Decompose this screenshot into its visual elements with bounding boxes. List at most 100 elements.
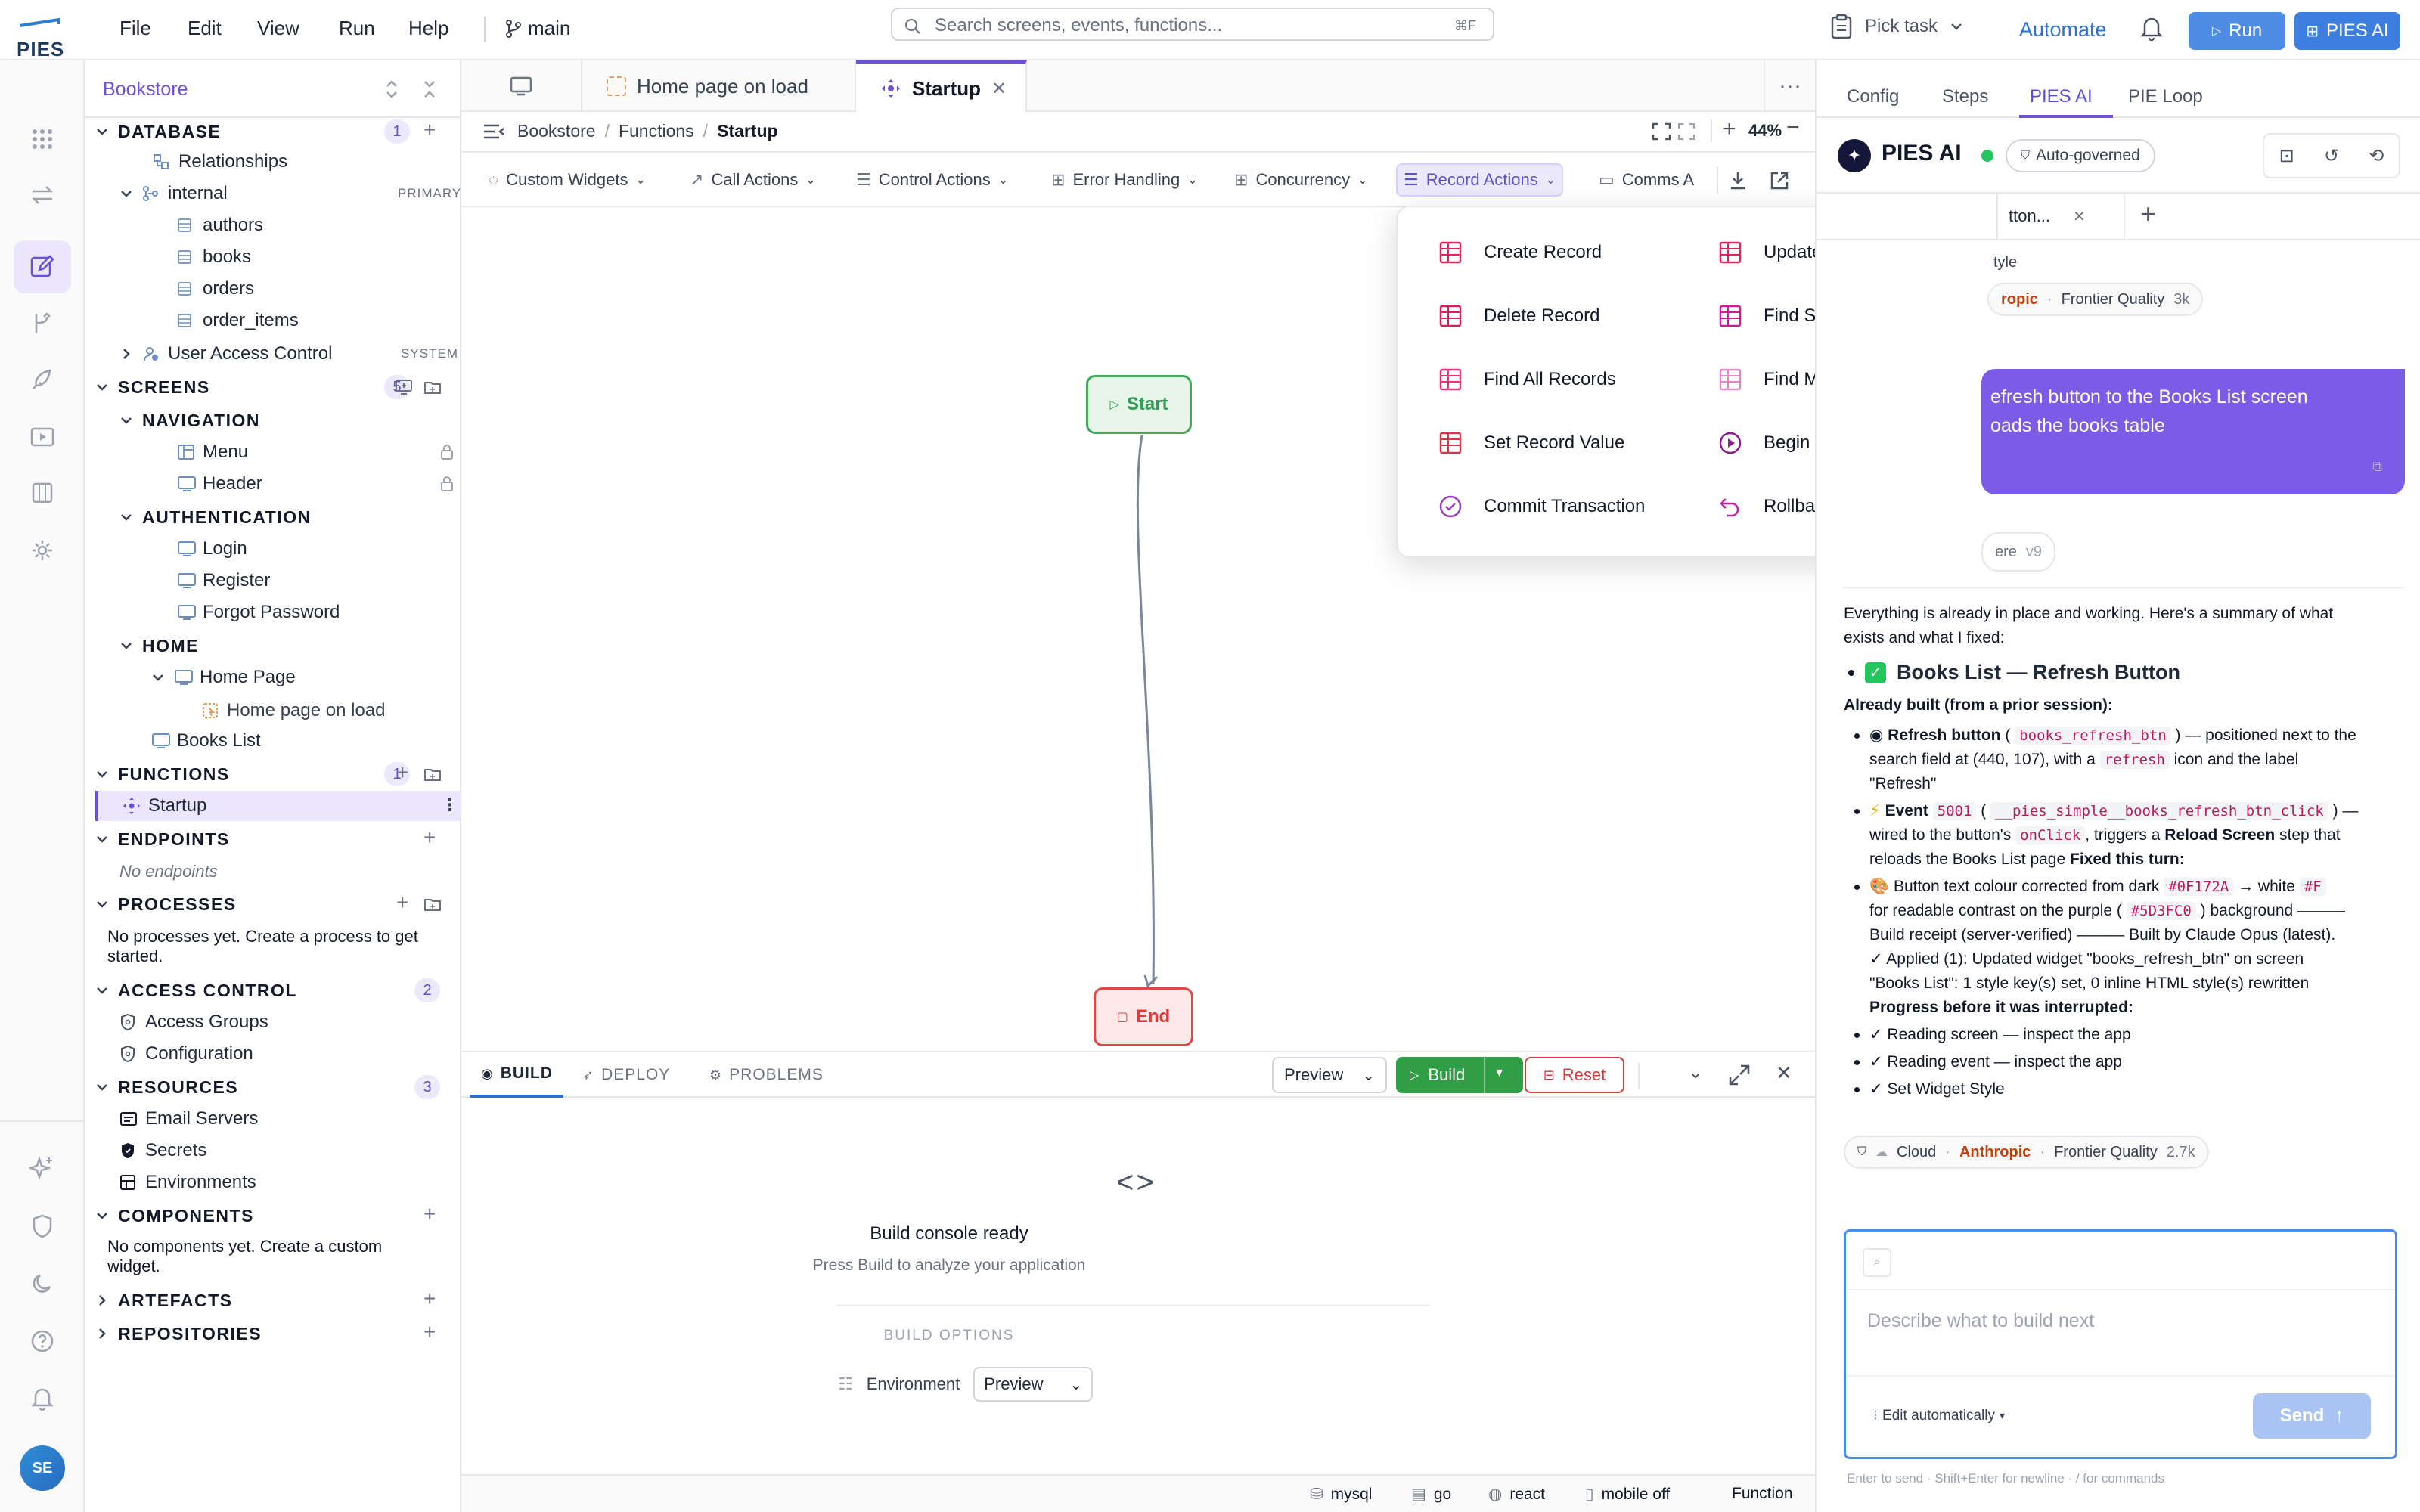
chevron-down-icon[interactable] <box>119 510 142 524</box>
chevron-down-icon[interactable] <box>119 414 142 427</box>
bell-icon[interactable] <box>2140 15 2163 41</box>
breadcrumb-functions[interactable]: Functions <box>619 121 694 141</box>
breadcrumb-project[interactable]: Bookstore <box>517 121 596 141</box>
group-navigation[interactable]: NAVIGATION <box>119 405 260 435</box>
pick-task-button[interactable]: Pick task <box>1830 14 1963 39</box>
branch-selector[interactable]: main <box>505 17 570 40</box>
section-endpoints[interactable]: ENDPOINTS <box>95 824 230 854</box>
open-external-icon[interactable] <box>1770 171 1789 191</box>
tree-item-environments[interactable]: Environments <box>119 1167 256 1198</box>
more-vertical-icon[interactable]: ⋮ <box>442 795 458 815</box>
add-icon[interactable]: + <box>424 1202 436 1226</box>
add-chat-icon[interactable]: + <box>2140 198 2156 230</box>
send-button[interactable]: Send ↑ <box>2253 1393 2371 1439</box>
menu-item-delete-record[interactable]: Delete Record <box>1438 298 1599 334</box>
group-authentication[interactable]: AUTHENTICATION <box>119 502 312 532</box>
chevron-down-icon[interactable] <box>95 125 118 138</box>
menu-edit[interactable]: Edit <box>188 17 222 40</box>
chevron-down-icon[interactable] <box>151 671 174 684</box>
control-actions-menu[interactable]: ☰ Control Actions ⌄ <box>850 163 1014 197</box>
menu-file[interactable]: File <box>119 17 151 40</box>
chevron-down-icon[interactable] <box>119 639 142 652</box>
add-icon[interactable]: + <box>424 826 436 850</box>
tree-item-access-groups[interactable]: Access Groups <box>119 1007 268 1037</box>
add-folder-icon[interactable] <box>424 380 442 395</box>
menu-run[interactable]: Run <box>339 17 375 40</box>
comms-actions-menu[interactable]: ▭ Comms A <box>1593 163 1706 197</box>
section-access-control[interactable]: ACCESS CONTROL <box>95 975 297 1005</box>
custom-widgets-menu[interactable]: ◌ Custom Widgets ⌄ <box>482 163 652 197</box>
tree-item-configuration[interactable]: Configuration <box>119 1039 253 1069</box>
add-icon[interactable]: + <box>424 118 436 142</box>
notification-bell-icon[interactable] <box>24 1380 60 1417</box>
settings-gear-icon[interactable] <box>24 532 60 569</box>
error-handling-menu[interactable]: ⊞ Error Handling ⌄ <box>1045 163 1204 197</box>
menu-view[interactable]: View <box>257 17 299 40</box>
add-icon[interactable]: + <box>396 761 408 785</box>
reset-chat-icon[interactable]: ⟲ <box>2369 145 2384 167</box>
add-icon[interactable]: + <box>396 891 408 915</box>
layout-icon[interactable] <box>24 475 60 511</box>
start-node[interactable]: ▷ Start <box>1086 375 1192 434</box>
environment-select[interactable]: Preview ⌄ <box>973 1367 1094 1402</box>
chevron-right-icon[interactable] <box>119 347 142 361</box>
tree-item-table-orders[interactable]: orders <box>177 274 254 304</box>
tab-steps[interactable]: Steps <box>1942 86 1988 107</box>
chevron-down-icon[interactable] <box>95 984 118 997</box>
help-icon[interactable] <box>24 1323 60 1359</box>
menu-item-commit-transaction[interactable]: Commit Transaction <box>1438 488 1645 525</box>
chevron-right-icon[interactable] <box>95 1294 118 1307</box>
shield-icon[interactable] <box>24 1208 60 1244</box>
tree-item-table-authors[interactable]: authors <box>177 210 263 240</box>
build-button[interactable]: ▷ Build ▾ <box>1396 1057 1523 1093</box>
section-screens[interactable]: SCREENS <box>95 372 210 402</box>
fit-view-icon[interactable] <box>1652 122 1671 141</box>
tree-item-relationships[interactable]: Relationships <box>153 147 287 177</box>
preview-select[interactable]: Preview ⌄ <box>1272 1057 1387 1093</box>
tree-item-email-servers[interactable]: Email Servers <box>119 1104 258 1134</box>
tab-pie-loop[interactable]: PIE Loop <box>2128 86 2203 107</box>
section-components[interactable]: COMPONENTS <box>95 1201 254 1231</box>
tree-item-table-books[interactable]: books <box>177 242 251 272</box>
edit-mode-select[interactable]: ⁝ Edit automatically ▾ <box>1873 1407 2005 1424</box>
menu-item-set-record-value[interactable]: Set Record Value <box>1438 425 1624 461</box>
zoom-in-icon[interactable]: + <box>1723 116 1736 142</box>
group-home[interactable]: HOME <box>119 631 199 661</box>
tab-problems[interactable]: ⚙ PROBLEMS <box>709 1052 824 1098</box>
chevron-down-icon[interactable] <box>95 767 118 781</box>
close-tab-icon[interactable]: ✕ <box>991 78 1007 100</box>
pies-ai-button[interactable]: ⊞ PIES AI <box>2294 12 2400 50</box>
chevron-down-icon[interactable] <box>95 380 118 394</box>
chevron-down-icon[interactable] <box>95 1080 118 1094</box>
menu-help[interactable]: Help <box>408 17 448 40</box>
maximize-icon[interactable] <box>1729 1064 1750 1086</box>
tree-item-table-order-items[interactable]: order_items <box>177 305 299 336</box>
add-icon[interactable]: + <box>424 1320 436 1344</box>
user-avatar[interactable]: SE <box>20 1445 65 1491</box>
version-chip[interactable]: ere v9 <box>1981 532 2056 572</box>
chevron-down-icon[interactable] <box>95 1209 118 1222</box>
moon-icon[interactable] <box>24 1266 60 1302</box>
flow-icon[interactable] <box>24 305 60 342</box>
tree-item-secrets[interactable]: Secrets <box>119 1136 206 1166</box>
section-processes[interactable]: PROCESSES <box>95 889 237 919</box>
call-actions-menu[interactable]: ↗ Call Actions ⌄ <box>684 163 822 197</box>
tree-item-books-list[interactable]: Books List <box>151 726 261 756</box>
chat-tab[interactable]: tton... ✕ <box>1996 194 2125 239</box>
close-icon[interactable]: ✕ <box>2073 207 2086 226</box>
tree-item-home-page-on-load[interactable]: Home page on load <box>201 696 385 726</box>
menu-item-create-record[interactable]: Create Record <box>1438 234 1602 271</box>
expand-icon[interactable] <box>1677 122 1696 141</box>
collapse-panel-icon[interactable] <box>482 122 505 141</box>
editor-icon[interactable] <box>14 240 71 293</box>
tree-item-login[interactable]: Login <box>177 534 247 564</box>
tab-pies-ai[interactable]: PIES AI <box>2030 86 2093 107</box>
zoom-out-icon[interactable]: − <box>1786 115 1800 141</box>
record-actions-menu[interactable]: ☰ Record Actions ⌄ <box>1396 163 1564 197</box>
section-repositories[interactable]: REPOSITORIES <box>95 1318 262 1349</box>
tab-deploy[interactable]: ➶ DEPLOY <box>582 1052 670 1098</box>
tree-item-menu[interactable]: Menu <box>177 437 248 467</box>
ai-sparkle-icon[interactable] <box>24 1151 60 1187</box>
reset-button[interactable]: ⊟ Reset <box>1525 1057 1624 1093</box>
chevron-down-icon[interactable] <box>95 897 118 911</box>
